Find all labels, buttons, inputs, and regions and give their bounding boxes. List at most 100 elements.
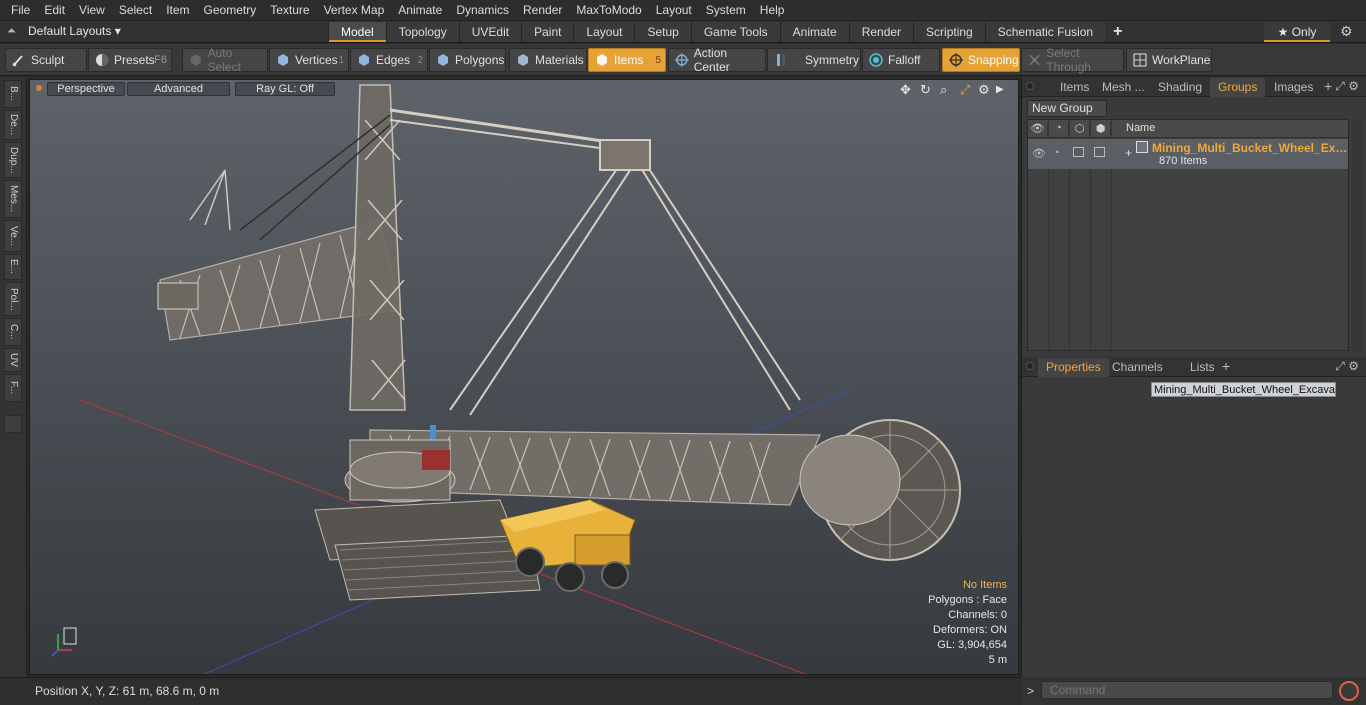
menu-item[interactable]: Item [159,0,196,21]
group-row[interactable]: 👁 ◔ + Mining_Multi_Bucket_Wheel_Ex ... 8… [1028,139,1348,169]
menu-maxtomodo[interactable]: MaxToModo [569,0,648,21]
render-column-icon[interactable]: ◔ [1049,122,1069,136]
materials-button[interactable]: Materials [509,48,587,72]
tab-items[interactable]: Items [1052,78,1097,97]
viewport-menu-icon[interactable] [36,85,42,91]
polygons-button[interactable]: Polygons [429,48,506,72]
left-tab-edge[interactable]: E... [4,254,22,280]
left-tab-duplicate[interactable]: Dup... [4,142,22,178]
menu-help[interactable]: Help [753,0,792,21]
rotate-view-icon[interactable]: ↻ [920,82,931,98]
auto-select-button[interactable]: Auto Select [182,46,268,74]
menu-geometry[interactable]: Geometry [197,0,264,21]
expand-icon[interactable]: + [1125,146,1132,160]
edges-count: 2 [417,54,423,66]
menu-view[interactable]: View [72,0,112,21]
symmetry-button[interactable]: Symmetry [767,48,861,72]
row-lock-toggle[interactable] [1073,147,1084,157]
menu-select[interactable]: Select [112,0,159,21]
left-tab-vertex[interactable]: Ve... [4,220,22,252]
tab-images[interactable]: Images [1266,78,1321,97]
sculpt-button[interactable]: Sculpt [5,48,87,72]
properties-grip-icon[interactable] [1026,362,1034,370]
menu-vertex-map[interactable]: Vertex Map [317,0,392,21]
tab-render[interactable]: Render [848,22,914,42]
groups-scrollbar[interactable] [1352,119,1362,351]
left-tab-polygon[interactable]: Pol... [4,282,22,316]
menu-dynamics[interactable]: Dynamics [449,0,516,21]
items-count: 5 [655,54,661,66]
select-through-button[interactable]: Select Through [1021,46,1124,74]
command-input[interactable] [1041,681,1333,699]
tab-channels[interactable]: Channels [1104,358,1171,377]
viewport-expand-icon[interactable]: ▶ [996,84,1004,95]
menu-animate[interactable]: Animate [391,0,449,21]
layout-dropdown[interactable]: Default Layouts ▾ [28,24,121,38]
add-properties-tab-icon[interactable]: + [1222,358,1230,374]
move-view-icon[interactable]: ✥ [900,82,911,98]
3d-viewport[interactable]: Perspective Advanced Ray GL: Off ✥ ↻ ⌕ ⤢… [29,79,1019,675]
menu-render[interactable]: Render [516,0,569,21]
left-tab-uv[interactable]: UV [4,348,22,372]
tab-shading[interactable]: Shading [1150,78,1210,97]
panel-grip-icon[interactable] [1026,82,1034,90]
items-button[interactable]: Items 5 [588,48,666,72]
action-center-button[interactable]: Action Center [668,46,766,74]
edges-button[interactable]: Edges 2 [350,48,428,72]
select-column-icon[interactable]: ⬢ [1091,122,1111,136]
left-tab-basic[interactable]: B... [4,80,22,108]
materials-label: Materials [535,53,584,67]
only-button[interactable]: ★ Only [1264,22,1330,42]
left-tab-fusion[interactable]: F... [4,374,22,402]
lock-column-icon[interactable]: ⬡ [1070,122,1090,136]
left-tab-collapse[interactable] [4,415,22,433]
tab-uvedit[interactable]: UVEdit [458,22,522,42]
tab-mesh[interactable]: Mesh ... [1094,78,1153,97]
menu-texture[interactable]: Texture [263,0,316,21]
gear-icon[interactable]: ⚙ [1340,23,1353,40]
menu-layout[interactable]: Layout [649,0,699,21]
maximize-view-icon[interactable]: ⤢ [960,82,970,98]
add-tab-icon[interactable]: + [1105,22,1130,42]
tab-lists[interactable]: Lists [1182,358,1223,377]
layout-up-icon[interactable]: ⏶ [7,25,16,38]
visibility-column-icon[interactable]: 👁 [1028,122,1048,136]
tab-properties[interactable]: Properties [1038,358,1109,377]
presets-button[interactable]: Presets F6 [88,48,172,72]
tab-layout[interactable]: Layout [573,22,635,42]
advanced-button[interactable]: Advanced [127,82,230,96]
menu-edit[interactable]: Edit [37,0,72,21]
raygl-button[interactable]: Ray GL: Off [235,82,335,96]
perspective-button[interactable]: Perspective [47,82,125,96]
vertices-button[interactable]: Vertices 1 [269,48,349,72]
panel-options-icon[interactable]: ⤢ ⚙ [1335,79,1359,94]
zoom-view-icon[interactable]: ⌕ [940,82,947,98]
tab-groups[interactable]: Groups [1210,78,1266,97]
row-render-icon[interactable]: ◔ [1053,147,1060,159]
left-tab-curve[interactable]: C... [4,318,22,346]
row-select-toggle[interactable] [1094,147,1105,157]
tab-model[interactable]: Model [328,22,386,42]
tab-setup[interactable]: Setup [634,22,691,42]
falloff-button[interactable]: Falloff [862,48,940,72]
viewport-settings-icon[interactable]: ⚙ [978,82,990,98]
row-visibility-icon[interactable]: 👁 [1032,147,1046,160]
tab-schematic-fusion[interactable]: Schematic Fusion [984,22,1106,42]
tab-animate[interactable]: Animate [779,22,849,42]
left-tab-deform[interactable]: De... [4,110,22,140]
snapping-button[interactable]: Snapping [942,48,1020,72]
new-group-button[interactable]: New Group [1027,100,1107,117]
tab-topology[interactable]: Topology [385,22,459,42]
record-macro-icon[interactable] [1339,681,1359,701]
vertices-icon [278,54,288,66]
workplane-button[interactable]: WorkPlane [1126,48,1212,72]
tab-paint[interactable]: Paint [521,22,574,42]
tab-game-tools[interactable]: Game Tools [690,22,780,42]
left-tab-mesh[interactable]: Mes... [4,180,22,218]
properties-options-icon[interactable]: ⤢ ⚙ [1335,359,1359,374]
tab-scripting[interactable]: Scripting [913,22,985,42]
menu-system[interactable]: System [699,0,753,21]
menu-file[interactable]: File [4,0,37,21]
add-panel-tab-icon[interactable]: + [1324,78,1332,94]
item-name-field[interactable]: Mining_Multi_Bucket_Wheel_Excavato [1151,382,1336,397]
